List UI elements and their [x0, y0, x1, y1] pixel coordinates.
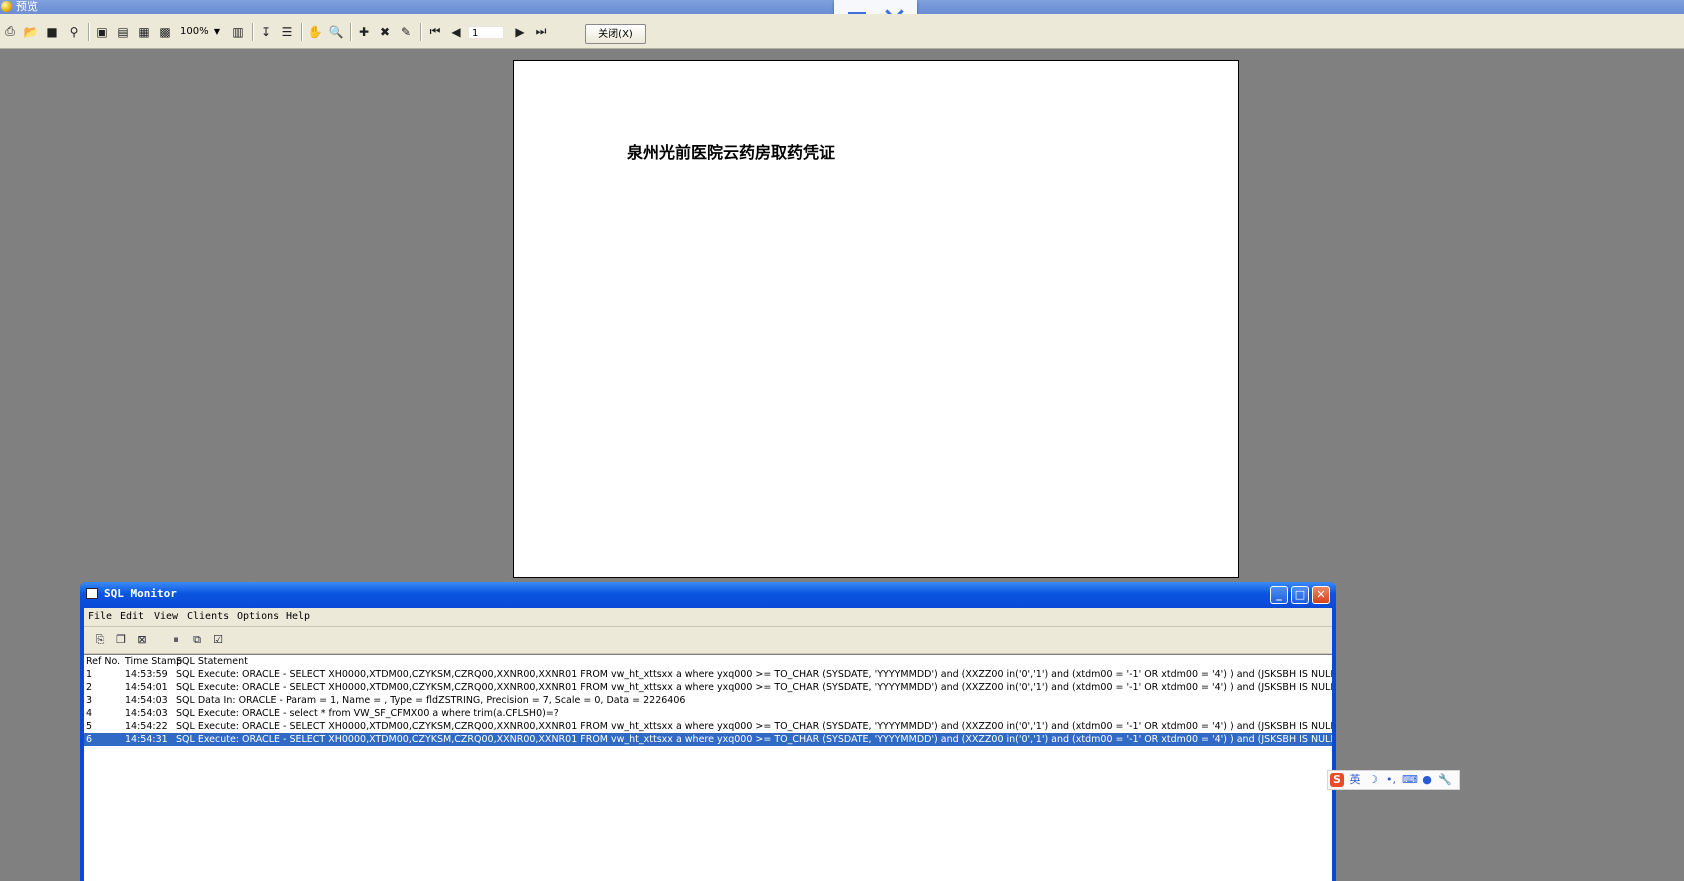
- ime-mode[interactable]: 英: [1348, 773, 1362, 787]
- row-ref: 5: [86, 721, 93, 732]
- row-ref: 3: [86, 695, 93, 706]
- chevron-down-icon: ▼: [213, 27, 220, 36]
- window-title: 预览: [16, 0, 38, 13]
- sql-monitor-client: File Edit View Clients Options Help ⎘ ❐ …: [84, 608, 1332, 881]
- log-row[interactable]: 1 14:53:59 SQL Execute: ORACLE - SELECT …: [84, 668, 1332, 681]
- row-time: 14:54:22: [125, 721, 168, 732]
- windows-icon[interactable]: ⧉: [189, 632, 205, 648]
- toolbar-separator: [301, 23, 303, 41]
- export-icon[interactable]: ↧: [258, 24, 274, 39]
- sql-monitor-titlebar[interactable]: SQL Monitor _ □ ✕: [80, 582, 1336, 608]
- column-ref-no[interactable]: Ref No.: [86, 655, 120, 668]
- maximize-button[interactable]: □: [1291, 586, 1309, 604]
- toolbar-separator: [420, 23, 422, 41]
- row-statement: SQL Execute: ORACLE - SELECT XH0000,XTDM…: [176, 721, 1332, 732]
- log-row[interactable]: 2 14:54:01 SQL Execute: ORACLE - SELECT …: [84, 681, 1332, 694]
- edit-icon[interactable]: ✎: [398, 24, 414, 39]
- sql-monitor-toolbar: ⎘ ❐ ⊠ ⏸ ⧉ ☑: [84, 627, 1332, 654]
- row-statement: SQL Execute: ORACLE - SELECT XH0000,XTDM…: [176, 669, 1332, 680]
- page-number-input[interactable]: 1: [468, 26, 504, 39]
- log-row[interactable]: 5 14:54:22 SQL Execute: ORACLE - SELECT …: [84, 720, 1332, 733]
- hand-icon[interactable]: ✋: [307, 24, 323, 39]
- log-row[interactable]: 4 14:54:03 SQL Execute: ORACLE - select …: [84, 707, 1332, 720]
- menu-edit[interactable]: Edit: [120, 611, 144, 622]
- save-log-icon[interactable]: ⎘: [92, 632, 108, 648]
- row-time: 14:53:59: [125, 669, 168, 680]
- menu-help[interactable]: Help: [286, 611, 310, 622]
- row-statement: SQL Execute: ORACLE - SELECT XH0000,XTDM…: [176, 682, 1332, 693]
- row-ref: 2: [86, 682, 93, 693]
- close-window-button[interactable]: ✕: [1312, 586, 1330, 604]
- first-page-icon[interactable]: ⏮: [427, 24, 443, 39]
- prev-page-icon[interactable]: ◀: [448, 24, 464, 39]
- row-ref: 4: [86, 708, 93, 719]
- sql-log-list[interactable]: Ref No. Time Stamp SQL Statement 1 14:53…: [84, 654, 1332, 881]
- copy-icon[interactable]: ❐: [113, 632, 129, 648]
- wrench-icon[interactable]: 🔧: [1438, 773, 1452, 787]
- tree-icon[interactable]: ☰: [279, 24, 295, 39]
- document-title: 泉州光前医院云药房取药凭证: [627, 143, 836, 162]
- outline-icon[interactable]: ▥: [230, 24, 246, 39]
- save-icon[interactable]: ■: [44, 24, 60, 39]
- pause-icon[interactable]: ⏸: [168, 632, 184, 648]
- two-page-icon[interactable]: ▦: [136, 24, 152, 39]
- keyboard-icon[interactable]: ⌨: [1402, 773, 1418, 787]
- row-ref: 6: [86, 734, 93, 745]
- sogou-logo-icon[interactable]: S: [1330, 773, 1344, 787]
- next-page-icon[interactable]: ▶: [512, 24, 528, 39]
- column-time-stamp[interactable]: Time Stamp: [125, 655, 182, 668]
- print-icon[interactable]: ⎙: [2, 24, 18, 39]
- log-row[interactable]: 3 14:54:03 SQL Data In: ORACLE - Param =…: [84, 694, 1332, 707]
- four-page-icon[interactable]: ▩: [157, 24, 173, 39]
- clear-icon[interactable]: ⊠: [134, 632, 150, 648]
- toolbar-separator: [88, 23, 90, 41]
- user-icon[interactable]: ●: [1420, 773, 1434, 787]
- add-icon[interactable]: ✚: [356, 24, 372, 39]
- row-time: 14:54:03: [125, 695, 168, 706]
- sql-monitor-window: SQL Monitor _ □ ✕ File Edit View Clients…: [80, 582, 1336, 881]
- ime-toolbar: S 英 ☽ •, ⌨ ● 🔧: [1327, 770, 1460, 790]
- close-button[interactable]: 关闭(X): [585, 24, 646, 44]
- menu-file[interactable]: File: [88, 611, 112, 622]
- menu-bar: File Edit View Clients Options Help: [84, 608, 1332, 627]
- menu-options[interactable]: Options: [237, 611, 279, 622]
- preview-toolbar: ⎙ 📂 ■ ⚲ ▣ ▤ ▦ ▩ 100% ▼ ▥ ↧ ☰ ✋ 🔍 ✚ ✖ ✎ ⏮…: [0, 14, 1684, 49]
- row-ref: 1: [86, 669, 93, 680]
- sql-monitor-title: SQL Monitor: [104, 587, 177, 600]
- magnify-icon[interactable]: 🔍: [328, 24, 344, 39]
- row-time: 14:54:01: [125, 682, 168, 693]
- toolbar-separator: [350, 23, 352, 41]
- minimize-button[interactable]: _: [1270, 586, 1288, 604]
- row-time: 14:54:31: [125, 734, 168, 745]
- menu-view[interactable]: View: [154, 611, 178, 622]
- app-icon: [1, 1, 12, 12]
- column-sql-statement[interactable]: SQL Statement: [176, 655, 248, 668]
- delete-icon[interactable]: ✖: [377, 24, 393, 39]
- row-statement: SQL Execute: ORACLE - SELECT XH0000,XTDM…: [176, 734, 1332, 745]
- options-icon[interactable]: ☑: [210, 632, 226, 648]
- find-icon[interactable]: ⚲: [66, 24, 82, 39]
- one-page-icon[interactable]: ▤: [115, 24, 131, 39]
- window-icon: [86, 588, 98, 599]
- menu-clients[interactable]: Clients: [187, 611, 229, 622]
- log-header: Ref No. Time Stamp SQL Statement: [84, 655, 1332, 668]
- page-width-icon[interactable]: ▣: [94, 24, 110, 39]
- open-icon[interactable]: 📂: [23, 24, 39, 39]
- log-row-selected[interactable]: 6 14:54:31 SQL Execute: ORACLE - SELECT …: [84, 733, 1332, 746]
- punctuation-icon[interactable]: •,: [1384, 773, 1398, 787]
- zoom-value: 100%: [180, 26, 209, 37]
- row-statement: SQL Data In: ORACLE - Param = 1, Name = …: [176, 695, 686, 706]
- moon-icon[interactable]: ☽: [1366, 773, 1380, 787]
- toolbar-separator: [252, 23, 254, 41]
- preview-page: 泉州光前医院云药房取药凭证: [513, 60, 1239, 578]
- row-statement: SQL Execute: ORACLE - select * from VW_S…: [176, 708, 559, 719]
- zoom-select[interactable]: 100% ▼: [180, 25, 222, 39]
- row-time: 14:54:03: [125, 708, 168, 719]
- last-page-icon[interactable]: ⏭: [533, 24, 549, 39]
